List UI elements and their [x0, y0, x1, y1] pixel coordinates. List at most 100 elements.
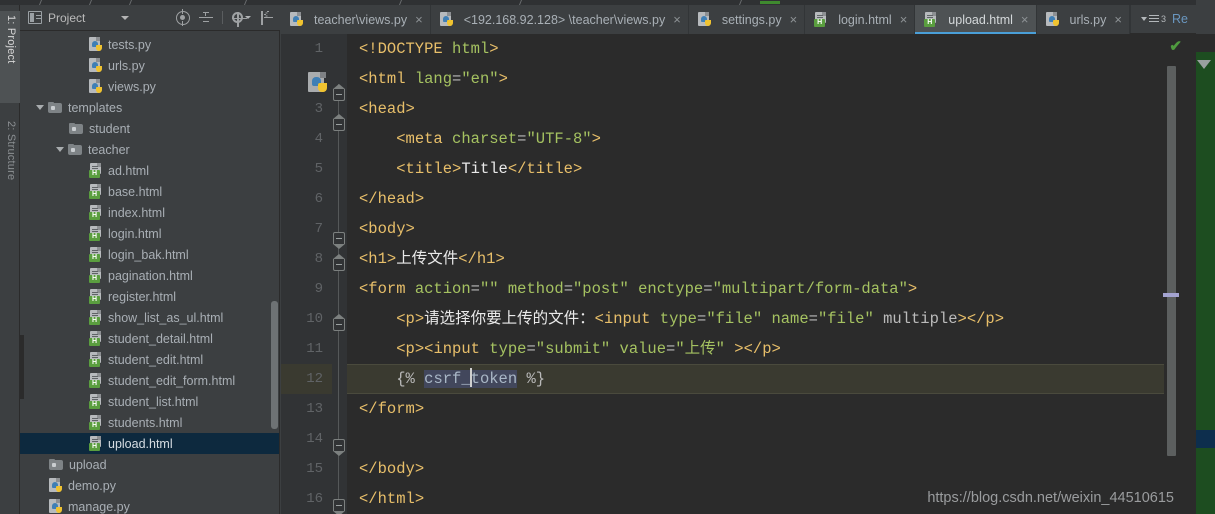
- code-line-9[interactable]: <form action="" method="post" enctype="m…: [347, 274, 1196, 304]
- tree-item-login_bak-html[interactable]: Hlogin_bak.html: [20, 244, 280, 265]
- chevron-down-icon[interactable]: [121, 15, 130, 20]
- python-file-icon: [89, 79, 103, 94]
- code-line-2[interactable]: <html lang="en">: [347, 64, 1196, 94]
- tree-item-label: demo.py: [68, 478, 116, 493]
- code-line-6[interactable]: </head>: [347, 184, 1196, 214]
- tree-item-student_list-html[interactable]: Hstudent_list.html: [20, 391, 280, 412]
- tree-item-pagination-html[interactable]: Hpagination.html: [20, 265, 280, 286]
- editor-fold-column[interactable]: [332, 34, 347, 514]
- editor-tab-bar[interactable]: teacher\views.py × <192.168.92.128> \teach…: [281, 5, 1196, 34]
- editor-area: teacher\views.py × <192.168.92.128> \teach…: [281, 5, 1196, 514]
- project-file-tree[interactable]: tests.py urls.py views.py templates student t…: [20, 31, 280, 514]
- tree-item-upload[interactable]: upload: [20, 454, 280, 475]
- code-line-12[interactable]: {% csrf_token %}: [347, 364, 1196, 394]
- editor-gutter[interactable]: 12345678910111213141516: [281, 34, 332, 514]
- editor-tab-label: settings.py: [721, 12, 782, 27]
- code-line-8[interactable]: <h1>上传文件</h1>: [347, 244, 1196, 274]
- tree-item-base-html[interactable]: Hbase.html: [20, 181, 280, 202]
- collapse-all-icon[interactable]: [199, 11, 213, 25]
- editor-body[interactable]: 12345678910111213141516 <!DOCTYPE html><…: [281, 34, 1196, 514]
- html-file-icon: H: [89, 394, 103, 409]
- close-icon[interactable]: ×: [1114, 13, 1122, 26]
- editor-scrollbar-thumb[interactable]: [1167, 66, 1176, 456]
- fold-toggle-html[interactable]: [333, 84, 345, 101]
- editor-tab-label: teacher\views.py: [314, 12, 408, 27]
- tree-item-teacher[interactable]: teacher: [20, 139, 280, 160]
- code-line-4[interactable]: <meta charset="UTF-8">: [347, 124, 1196, 154]
- locate-icon[interactable]: [176, 8, 190, 26]
- tree-item-demo-py[interactable]: demo.py: [20, 475, 280, 496]
- editor-right-edge: [1178, 34, 1196, 514]
- background-triangle-icon: [1197, 60, 1211, 69]
- tree-item-index-html[interactable]: Hindex.html: [20, 202, 280, 223]
- python-file-icon: [1045, 12, 1060, 27]
- tree-item-show_list_as_ul-html[interactable]: Hshow_list_as_ul.html: [20, 307, 280, 328]
- code-line-10[interactable]: <p>请选择你要上传的文件：<input type="file" name="f…: [347, 304, 1196, 334]
- fold-toggle-head-end[interactable]: [333, 232, 345, 249]
- inspection-ok-icon[interactable]: ✔: [1169, 37, 1182, 55]
- expand-arrow-icon[interactable]: [36, 105, 44, 110]
- code-line-14[interactable]: [347, 424, 1196, 454]
- close-icon[interactable]: ×: [673, 13, 681, 26]
- hide-panel-icon[interactable]: [260, 10, 274, 25]
- tree-item-templates[interactable]: templates: [20, 97, 280, 118]
- tree-item-manage-py[interactable]: manage.py: [20, 496, 280, 514]
- editor-tab-upload-html[interactable]: Hupload.html ×: [915, 5, 1037, 34]
- tree-item-ad-html[interactable]: Had.html: [20, 160, 280, 181]
- code-line-1[interactable]: <!DOCTYPE html>: [347, 34, 1196, 64]
- editor-tab-login-html[interactable]: Hlogin.html ×: [805, 5, 916, 34]
- tree-item-login-html[interactable]: Hlogin.html: [20, 223, 280, 244]
- scrollbar-marker[interactable]: [1163, 293, 1179, 297]
- close-icon[interactable]: ×: [900, 13, 908, 26]
- close-icon[interactable]: ×: [415, 13, 423, 26]
- right-panel-label[interactable]: Re: [1170, 12, 1188, 26]
- html-file-icon: H: [924, 12, 938, 27]
- tree-item-student[interactable]: student: [20, 118, 280, 139]
- fold-toggle-form[interactable]: [333, 314, 345, 331]
- backdrop-strip-top: [1196, 0, 1215, 34]
- code-line-13[interactable]: </form>: [347, 394, 1196, 424]
- gear-icon[interactable]: [232, 12, 251, 27]
- tree-item-upload-html[interactable]: Hupload.html: [20, 433, 280, 454]
- editor-tab--192-168-92-128-teacher-views-py[interactable]: <192.168.92.128> \teacher\views.py ×: [430, 5, 689, 34]
- html-file-icon: H: [89, 373, 103, 388]
- editor-tab-settings-py[interactable]: settings.py ×: [688, 5, 806, 34]
- tree-item-label: base.html: [108, 184, 163, 199]
- tool-tab-structure[interactable]: 2: Structure: [0, 117, 20, 225]
- tree-item-urls-py[interactable]: urls.py: [20, 55, 280, 76]
- editor-tab-label: login.html: [838, 12, 892, 27]
- code-line-11[interactable]: <p><input type="submit" value="上传" ></p>: [347, 334, 1196, 364]
- fold-toggle-head[interactable]: [333, 114, 345, 131]
- fold-toggle-form-end[interactable]: [333, 439, 345, 456]
- fold-toggle-body[interactable]: [333, 254, 345, 271]
- code-text[interactable]: <!DOCTYPE html> <html lang="en"> <head> <m…: [347, 34, 1196, 514]
- tree-item-student_edit_form-html[interactable]: Hstudent_edit_form.html: [20, 370, 280, 391]
- tree-item-register-html[interactable]: Hregister.html: [20, 286, 280, 307]
- editor-tab-teacher-views-py[interactable]: teacher\views.py ×: [281, 5, 431, 34]
- tree-item-views-py[interactable]: views.py: [20, 76, 280, 97]
- code-line-15[interactable]: </body>: [347, 454, 1196, 484]
- close-icon[interactable]: ×: [1021, 13, 1029, 26]
- hidden-tabs-button[interactable]: 3: [1141, 14, 1166, 24]
- close-icon[interactable]: ×: [790, 13, 798, 26]
- tree-item-students-html[interactable]: Hstudents.html: [20, 412, 280, 433]
- tree-item-student_detail-html[interactable]: Hstudent_detail.html: [20, 328, 280, 349]
- tree-scrollbar[interactable]: [271, 301, 278, 429]
- tool-tab-project[interactable]: 1: Project: [0, 11, 20, 103]
- code-line-7[interactable]: <body>: [347, 214, 1196, 244]
- tree-item-tests-py[interactable]: tests.py: [20, 34, 280, 55]
- code-line-5[interactable]: <title>Title</title>: [347, 154, 1196, 184]
- editor-tab-urls-py[interactable]: urls.py ×: [1036, 5, 1130, 34]
- code-line-3[interactable]: <head>: [347, 94, 1196, 124]
- fold-toggle-body-end[interactable]: [333, 499, 345, 514]
- toolbar-divider: [222, 11, 223, 24]
- expand-arrow-icon[interactable]: [56, 147, 64, 152]
- tree-item-student_edit-html[interactable]: Hstudent_edit.html: [20, 349, 280, 370]
